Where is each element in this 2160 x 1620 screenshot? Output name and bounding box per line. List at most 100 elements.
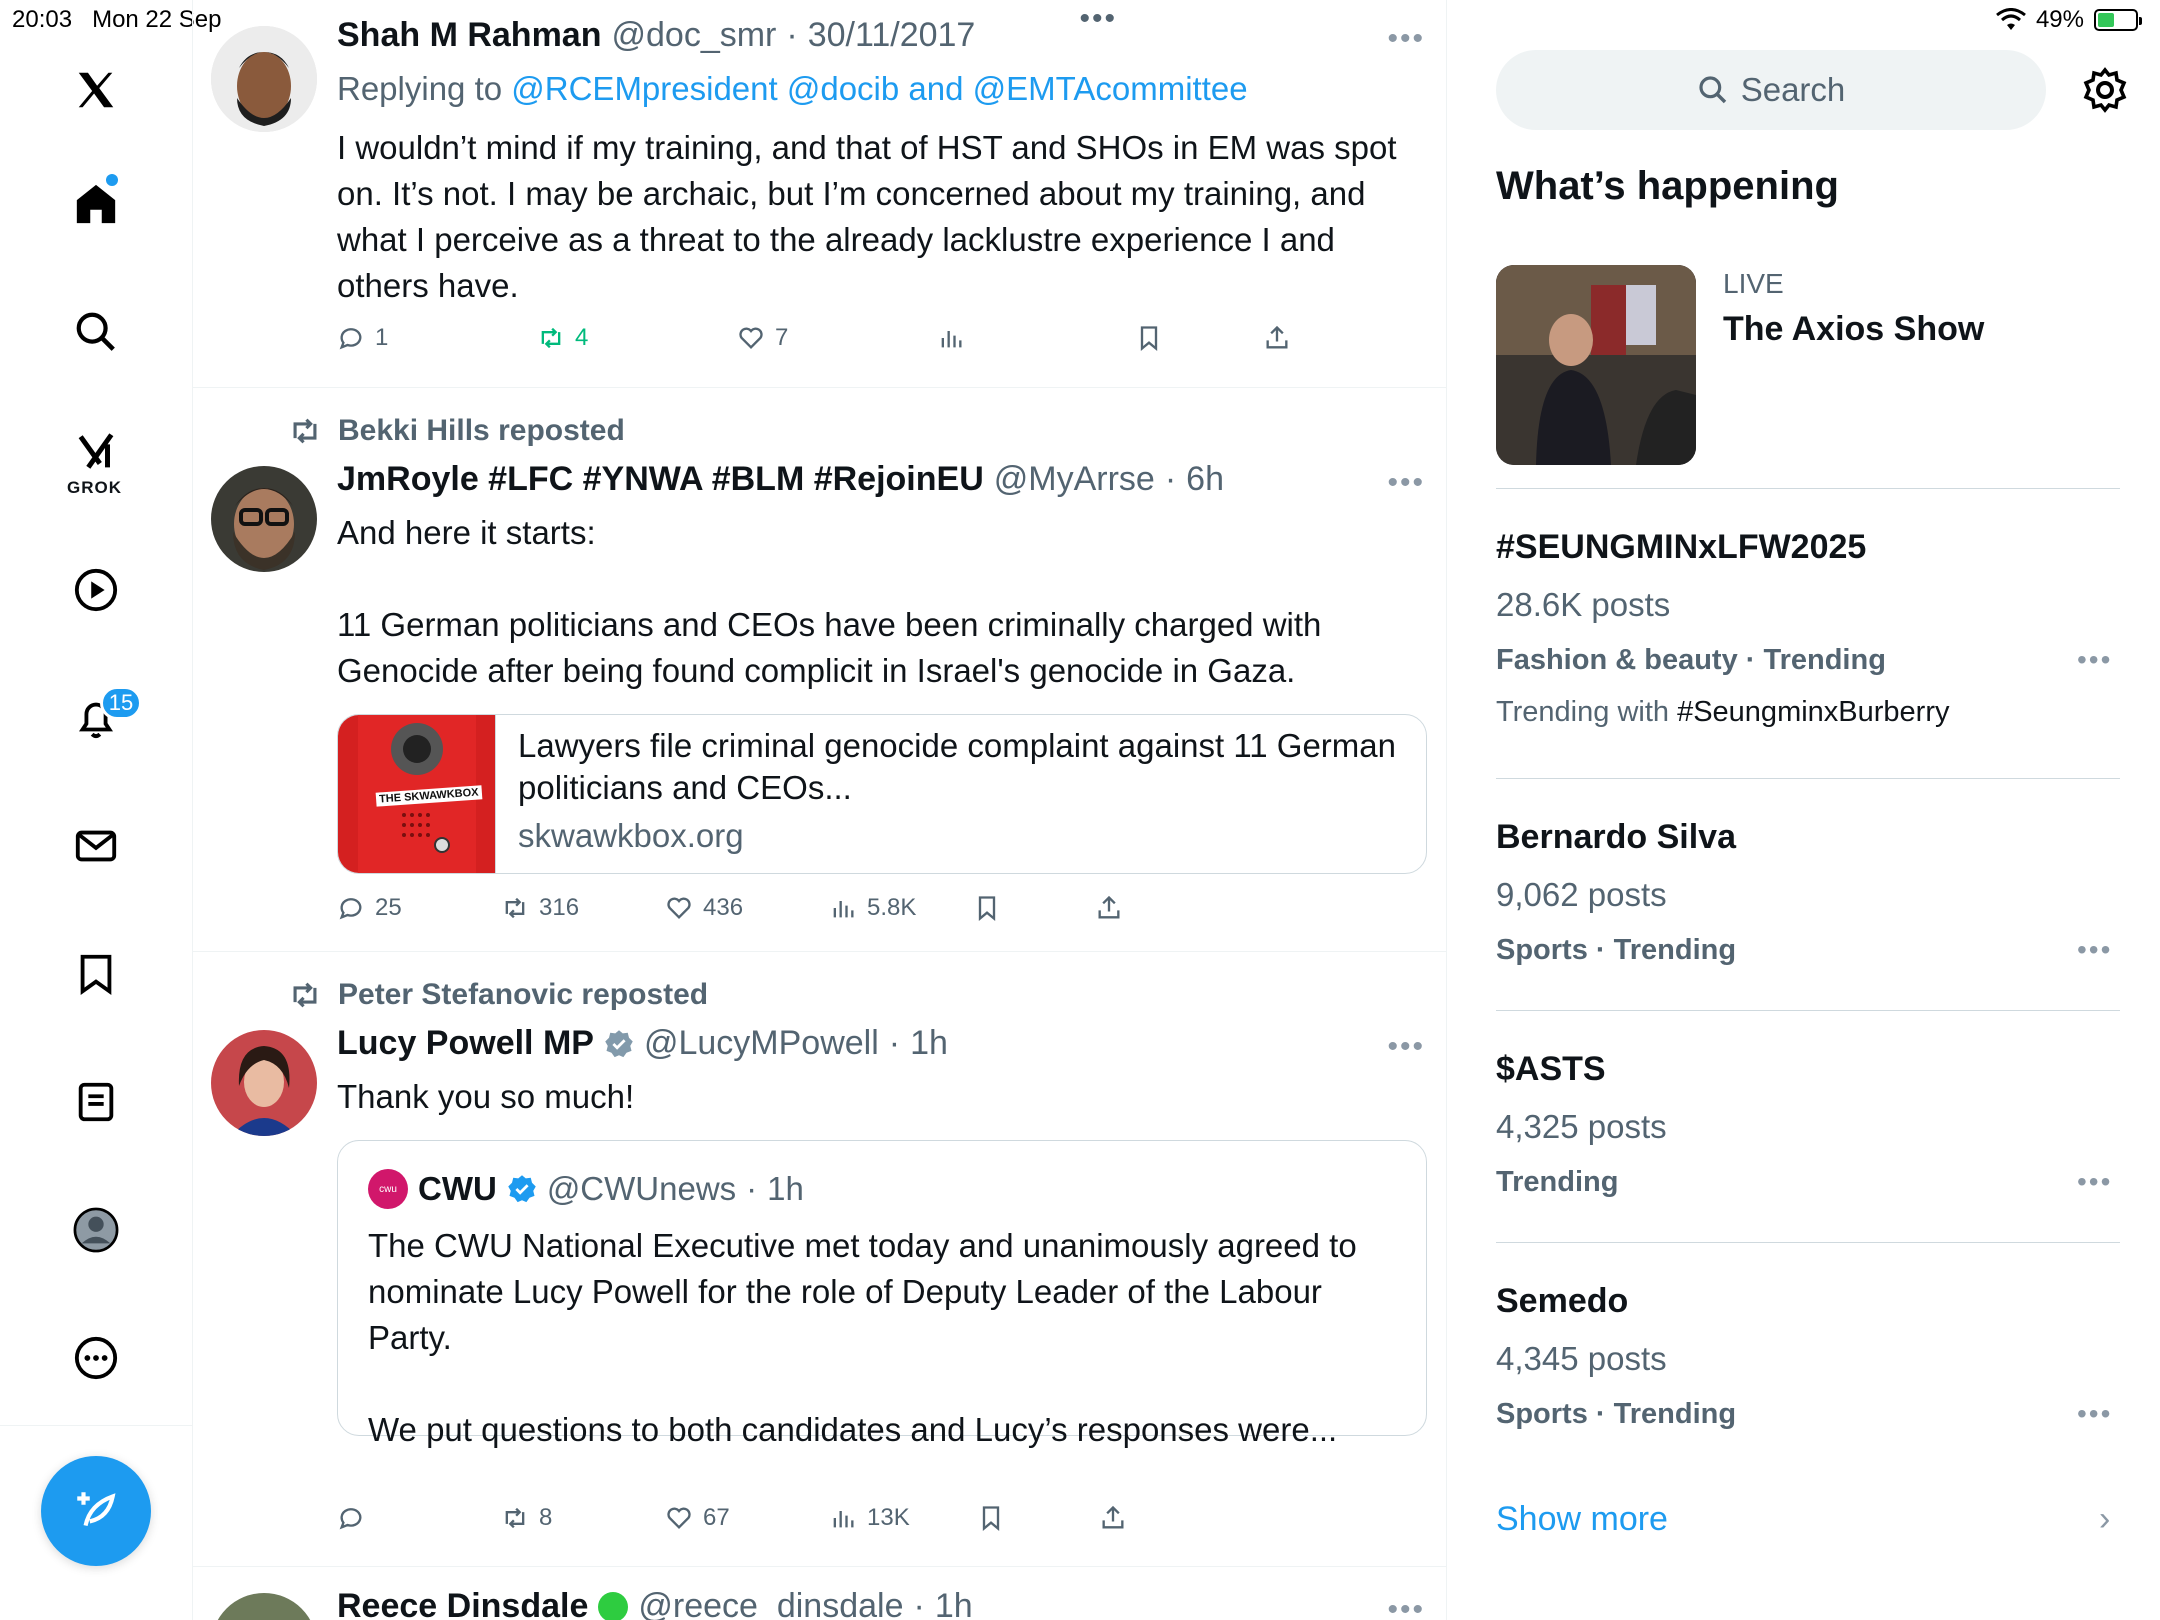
views-button[interactable] [937,324,965,352]
trend-name[interactable]: Bernardo Silva [1496,818,1736,857]
post-reece-dinsdale[interactable]: Reece Dinsdale @reece_dinsdale · 1h ••• [193,1567,1446,1620]
mail-icon[interactable] [68,818,124,874]
author-handle[interactable]: @LucyMPowell [644,1024,879,1063]
compose-button[interactable] [41,1456,151,1566]
like-count: 436 [703,894,744,921]
trend-more-button[interactable]: ••• [2077,934,2112,966]
link-title: Lawyers file criminal genocide complaint… [518,727,1396,806]
author-name[interactable]: Shah M Rahman [337,16,601,55]
trend-name[interactable]: #SEUNGMINxLFW2025 [1496,528,1866,567]
post-shah-rahman[interactable]: Shah M Rahman @doc_smr · 30/11/2017 ••• … [193,0,1446,388]
bookmark-icon[interactable] [68,946,124,1002]
author-handle[interactable]: @doc_smr [611,16,776,55]
repost-button[interactable]: 316 [501,894,579,922]
divider [1496,1242,2120,1243]
avatar[interactable] [211,1030,317,1136]
quote-header: cwu CWU @CWUnews · 1h [368,1169,804,1209]
post-actions: 8 67 13K [337,1504,1397,1544]
separator-dot: · [746,1170,758,1207]
quote-text: The CWU National Executive met today and… [368,1227,1357,1448]
like-button[interactable]: 436 [665,894,743,922]
repost-icon [293,982,317,1008]
grok-icon[interactable] [68,424,124,480]
share-button[interactable] [1095,894,1123,922]
live-thumbnail[interactable] [1496,265,1696,465]
live-title[interactable]: The Axios Show [1723,310,1984,349]
bookmark-button[interactable] [1135,324,1163,352]
post-more-button[interactable]: ••• [1387,1593,1425,1620]
post-text: I wouldn’t mind if my training, and that… [337,129,1406,304]
author-name[interactable]: JmRoyle #LFC #YNWA #BLM #RejoinEU [337,460,984,499]
heart-icon [667,897,691,919]
post-jmroyle[interactable]: Bekki Hills reposted JmRoyle #LFC #YNWA … [193,388,1446,952]
timeline-feed[interactable]: Shah M Rahman @doc_smr · 30/11/2017 ••• … [193,0,1447,1620]
quoted-post[interactable]: cwu CWU @CWUnews · 1h The CWU National E… [337,1140,1427,1448]
separator-dot: · [786,16,798,54]
trend-name[interactable]: Semedo [1496,1282,1628,1321]
post-time[interactable]: 1h [910,1024,948,1063]
trend-more-button[interactable]: ••• [2077,1166,2112,1198]
repost-button[interactable]: 8 [501,1504,552,1532]
search-icon[interactable] [68,304,124,360]
author-handle[interactable]: @MyArrse [994,460,1155,499]
trending-with-tag[interactable]: #SeungminxBurberry [1677,696,1949,728]
post-more-button[interactable]: ••• [1387,466,1425,500]
quote-author-handle[interactable]: @CWUnews [547,1170,736,1208]
views-button[interactable]: 13K [829,1504,910,1532]
trend-count: 9,062 posts [1496,876,1667,913]
author-handle[interactable]: @reece_dinsdale [638,1587,903,1620]
avatar[interactable] [211,26,317,132]
link-card[interactable]: THE SKWAWKBOX Lawyers file criminal geno… [337,714,1427,874]
avatar[interactable] [211,1593,317,1620]
bookmark-button[interactable] [977,1504,1005,1532]
post-more-button[interactable]: ••• [1387,22,1425,56]
trend-count: 28.6K posts [1496,586,1671,623]
trend-name[interactable]: $ASTS [1496,1050,1606,1089]
overlay-dots-icon[interactable]: ••• [1079,2,1117,36]
like-button[interactable]: 7 [737,324,788,352]
avatar[interactable] [211,466,317,572]
trend-more-button[interactable]: ••• [2077,1398,2112,1430]
gear-icon[interactable] [2081,66,2129,114]
reply-icon [339,898,362,920]
trending-with: Trending with #SeungminxBurberry [1496,696,1950,729]
repost-button[interactable]: 4 [537,324,588,352]
post-text: And here it starts: 11 German politician… [337,514,1322,689]
views-button[interactable]: 5.8K [829,894,916,922]
chevron-right-icon[interactable]: › [2099,1500,2110,1539]
video-icon[interactable] [68,562,124,618]
post-time[interactable]: 6h [1186,460,1224,499]
post-time[interactable]: 1h [935,1587,973,1620]
author-name[interactable]: Lucy Powell MP [337,1024,594,1063]
divider [1496,778,2120,779]
like-button[interactable]: 67 [665,1504,730,1532]
author-name[interactable]: Reece Dinsdale [337,1587,588,1620]
x-logo-icon[interactable] [68,62,124,118]
separator-dot: · [1164,460,1177,498]
trend-count: 4,345 posts [1496,1340,1667,1377]
cwu-logo-icon: cwu [368,1169,408,1209]
quote-author-name[interactable]: CWU [418,1170,497,1208]
reply-button[interactable]: 25 [337,894,402,922]
reposted-by[interactable]: Peter Stefanovic reposted [338,978,708,1012]
lists-icon[interactable] [68,1074,124,1130]
reposted-by[interactable]: Bekki Hills reposted [338,414,625,448]
trend-more-button[interactable]: ••• [2077,644,2112,676]
show-more-link[interactable]: Show more [1496,1500,1668,1539]
post-lucy-powell[interactable]: Peter Stefanovic reposted Lucy Powell MP… [193,952,1446,1567]
replying-mentions[interactable]: @RCEMpresident @docib and @EMTAcommittee [511,70,1247,107]
search-input[interactable]: Search [1496,50,2046,130]
profile-icon[interactable] [68,1202,124,1258]
bookmark-button[interactable] [973,894,1001,922]
share-button[interactable] [1099,1504,1127,1532]
post-more-button[interactable]: ••• [1387,1030,1425,1064]
more-icon[interactable] [68,1330,124,1386]
repost-count: 8 [539,1504,553,1531]
reply-button[interactable]: 1 [337,324,388,352]
share-button[interactable] [1263,324,1291,352]
verified-badge-icon [605,1029,633,1057]
reply-button[interactable] [337,1504,365,1532]
post-header: Shah M Rahman @doc_smr · 30/11/2017 [337,16,975,55]
heart-icon [667,1507,691,1529]
post-time[interactable]: 30/11/2017 [808,16,976,55]
